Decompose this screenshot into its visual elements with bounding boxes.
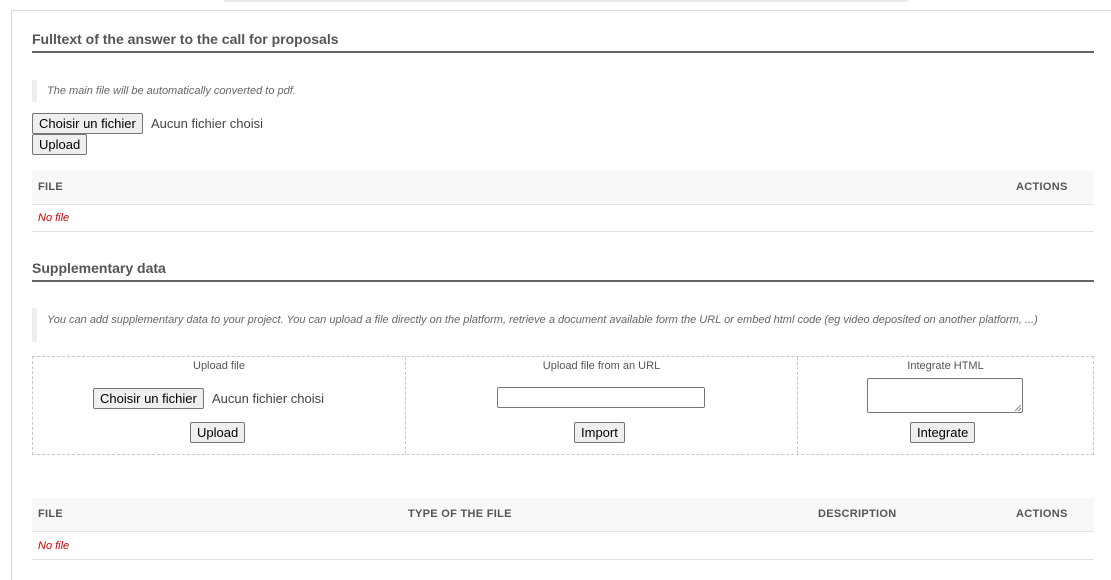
fulltext-table-header: FILE ACTIONS	[32, 171, 1094, 205]
supplementary-note: You can add supplementary data to your p…	[32, 308, 1094, 342]
column-header-actions: ACTIONS	[1016, 181, 1068, 193]
section-title-fulltext: Fulltext of the answer to the call for p…	[32, 31, 1094, 53]
fulltext-choose-file-button[interactable]: Choisir un fichier	[32, 113, 143, 134]
import-button[interactable]: Import	[574, 422, 625, 443]
column-header-file: FILE	[38, 181, 64, 193]
upload-url-title: Upload file from an URL	[542, 360, 661, 372]
integrate-button[interactable]: Integrate	[910, 422, 976, 443]
supplementary-upload-panel: Upload file Choisir un fichier Aucun fic…	[32, 356, 1094, 455]
resize-grip-icon[interactable]	[1014, 404, 1021, 411]
fulltext-note-text: The main file will be automatically conv…	[47, 85, 296, 97]
html-textarea[interactable]	[867, 378, 1023, 413]
no-file-message: No file	[38, 540, 70, 552]
url-input[interactable]	[497, 387, 705, 408]
supplementary-no-file-chosen: Aucun fichier choisi	[212, 391, 324, 406]
no-file-message: No file	[38, 212, 70, 224]
top-divider	[224, 0, 908, 2]
fulltext-table-empty-row: No file	[32, 205, 1094, 232]
supplementary-upload-button[interactable]: Upload	[190, 422, 246, 443]
column-header-actions: ACTIONS	[1016, 508, 1068, 520]
supplementary-note-text: You can add supplementary data to your p…	[47, 314, 1038, 326]
supplementary-table-empty-row: No file	[32, 533, 1094, 560]
column-header-file: FILE	[38, 508, 64, 520]
integrate-html-title: Integrate HTML	[907, 360, 984, 372]
column-header-type: TYPE OF THE FILE	[408, 508, 512, 520]
section-title-supplementary: Supplementary data	[32, 260, 1094, 282]
supplementary-choose-file-button[interactable]: Choisir un fichier	[93, 388, 204, 409]
fulltext-no-file-chosen: Aucun fichier choisi	[151, 116, 263, 131]
supplementary-table-header: FILE TYPE OF THE FILE DESCRIPTION ACTION…	[32, 498, 1094, 532]
fulltext-upload-button[interactable]: Upload	[32, 134, 88, 155]
column-header-description: DESCRIPTION	[818, 508, 897, 520]
upload-file-title: Upload file	[193, 360, 245, 372]
fulltext-note: The main file will be automatically conv…	[32, 80, 1094, 102]
